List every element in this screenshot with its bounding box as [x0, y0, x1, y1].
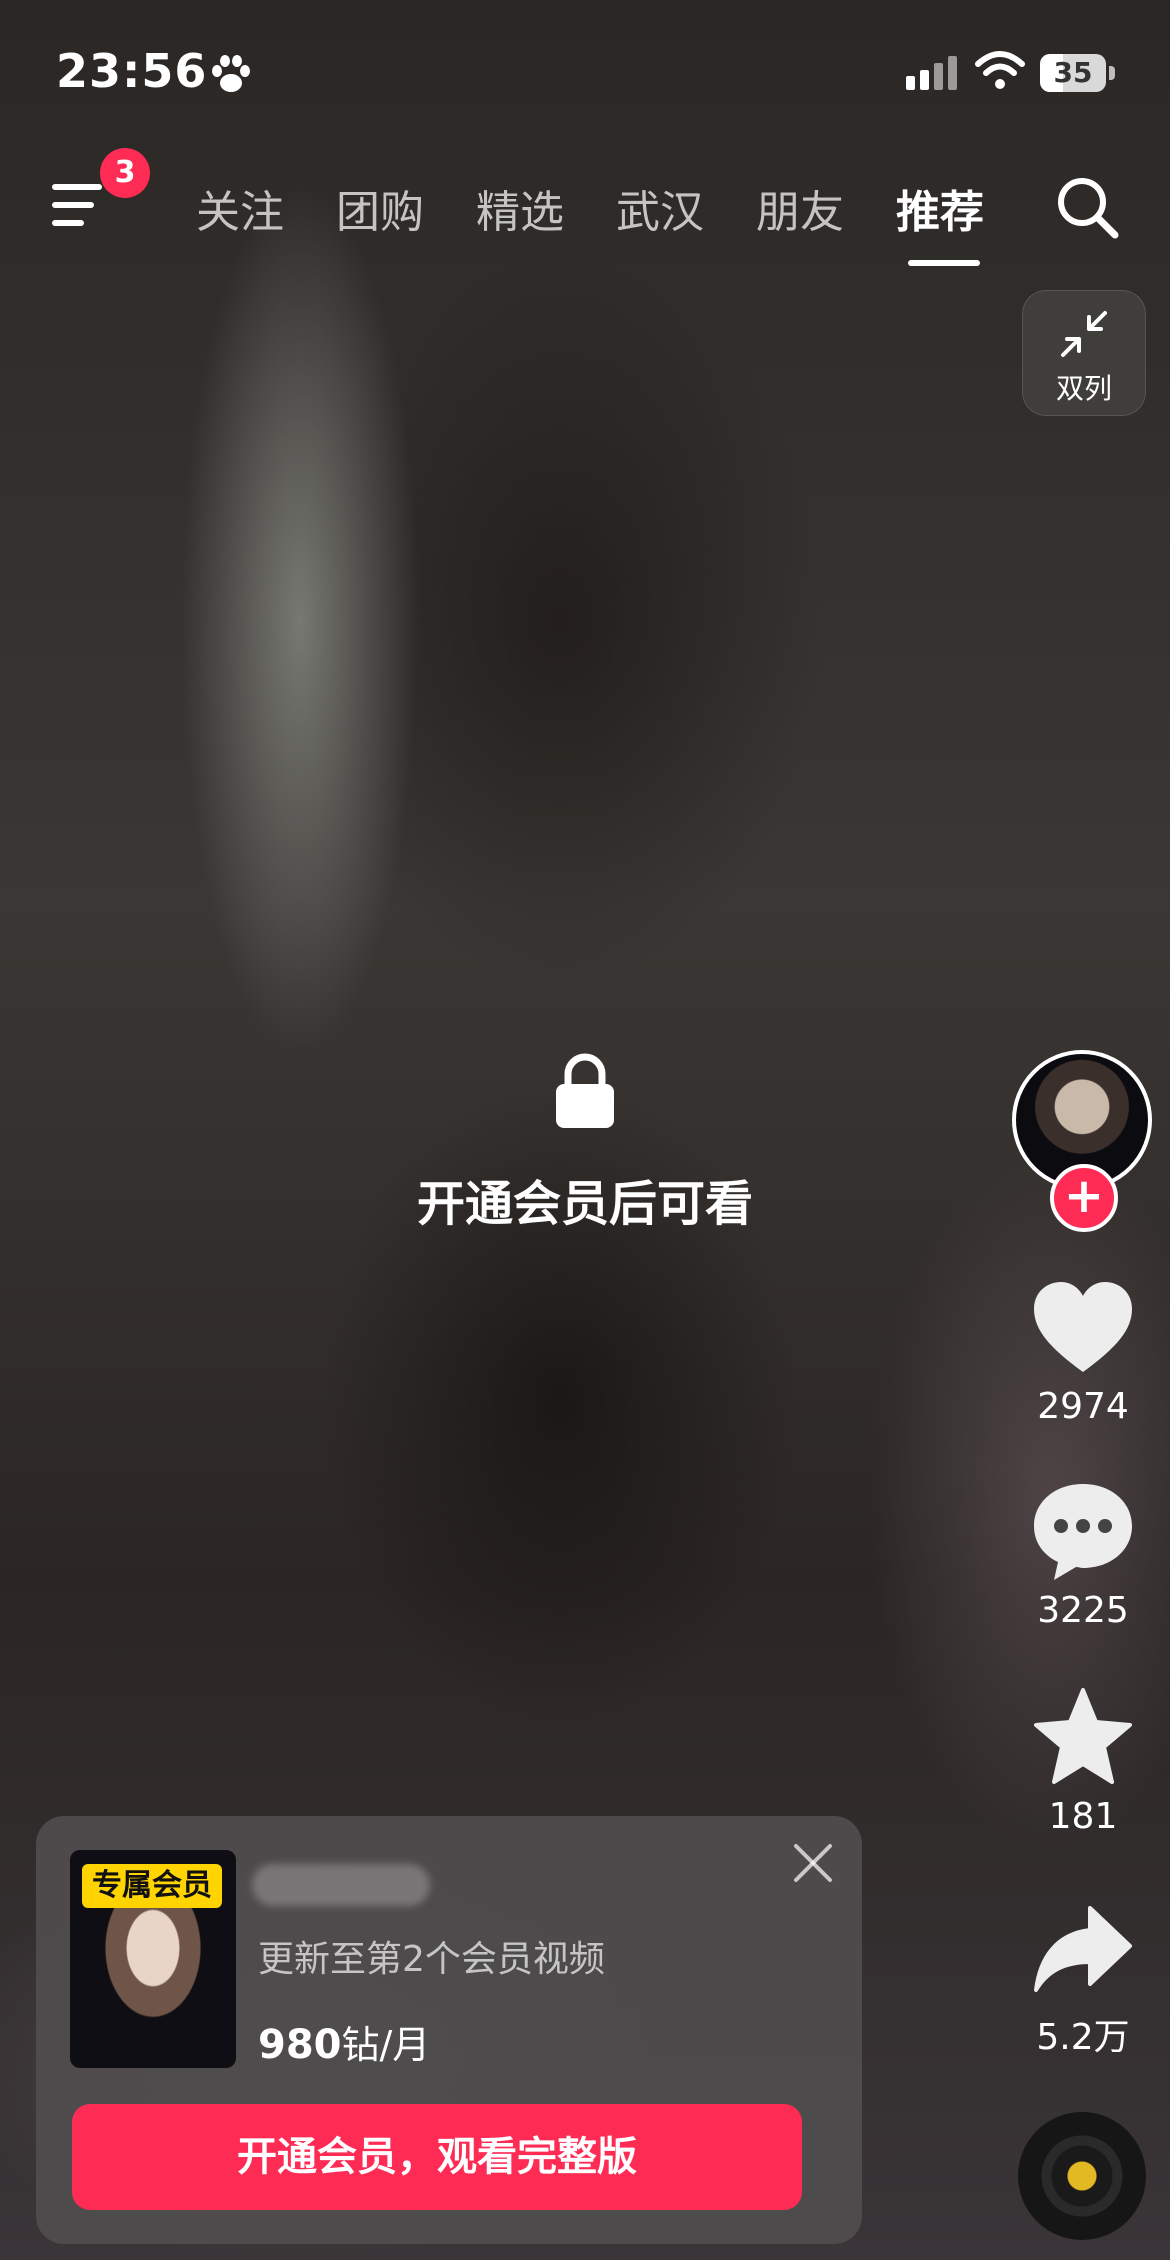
paw-icon [212, 55, 250, 92]
heart-icon[interactable] [1030, 1276, 1136, 1382]
subscribe-button[interactable]: 开通会员，观看完整版 [72, 2104, 802, 2210]
dual-column-toggle[interactable]: 双列 [1022, 290, 1146, 416]
share-count: 5.2万 [1036, 2017, 1130, 2058]
star-icon[interactable] [1030, 1684, 1136, 1790]
battery-level: 35 [1053, 56, 1093, 89]
lock-icon [556, 1053, 614, 1128]
status-time: 23:56 [56, 44, 208, 98]
blurred-creator-name [252, 1864, 430, 1906]
member-update-info: 更新至第2个会员视频 [258, 1939, 605, 1980]
price-amount: 980 [258, 2022, 342, 2068]
share-icon[interactable] [1030, 1898, 1136, 2004]
menu-icon[interactable] [52, 180, 108, 230]
member-price: 980钻/月 [258, 2014, 430, 2069]
follow-button[interactable]: + [1050, 1164, 1118, 1232]
exclusive-member-badge: 专属会员 [82, 1864, 222, 1908]
signal-icon [906, 56, 957, 90]
notification-badge: 3 [100, 148, 150, 198]
tab-recommended[interactable]: 推荐 [896, 176, 984, 240]
favorite-count: 181 [1048, 1796, 1118, 1837]
comment-icon[interactable] [1030, 1478, 1136, 1584]
comment-count: 3225 [1037, 1590, 1129, 1631]
search-icon[interactable] [1054, 174, 1120, 240]
tab-following[interactable]: 关注 [196, 176, 284, 240]
dual-column-label: 双列 [1055, 372, 1112, 405]
tab-local[interactable]: 武汉 [616, 176, 704, 240]
battery-icon: 35 [1040, 54, 1116, 92]
music-disc-icon[interactable] [1018, 2112, 1146, 2240]
tab-featured[interactable]: 精选 [476, 176, 564, 240]
active-tab-indicator [908, 260, 980, 266]
tab-friends[interactable]: 朋友 [756, 176, 844, 240]
close-icon[interactable] [790, 1840, 836, 1886]
locked-message: 开通会员后可看 [416, 1176, 753, 1232]
tab-group-buy[interactable]: 团购 [336, 176, 424, 240]
like-count: 2974 [1037, 1386, 1129, 1427]
price-unit: 钻/月 [341, 2023, 431, 2067]
wifi-icon [975, 51, 1025, 89]
collapse-icon [1061, 311, 1107, 357]
